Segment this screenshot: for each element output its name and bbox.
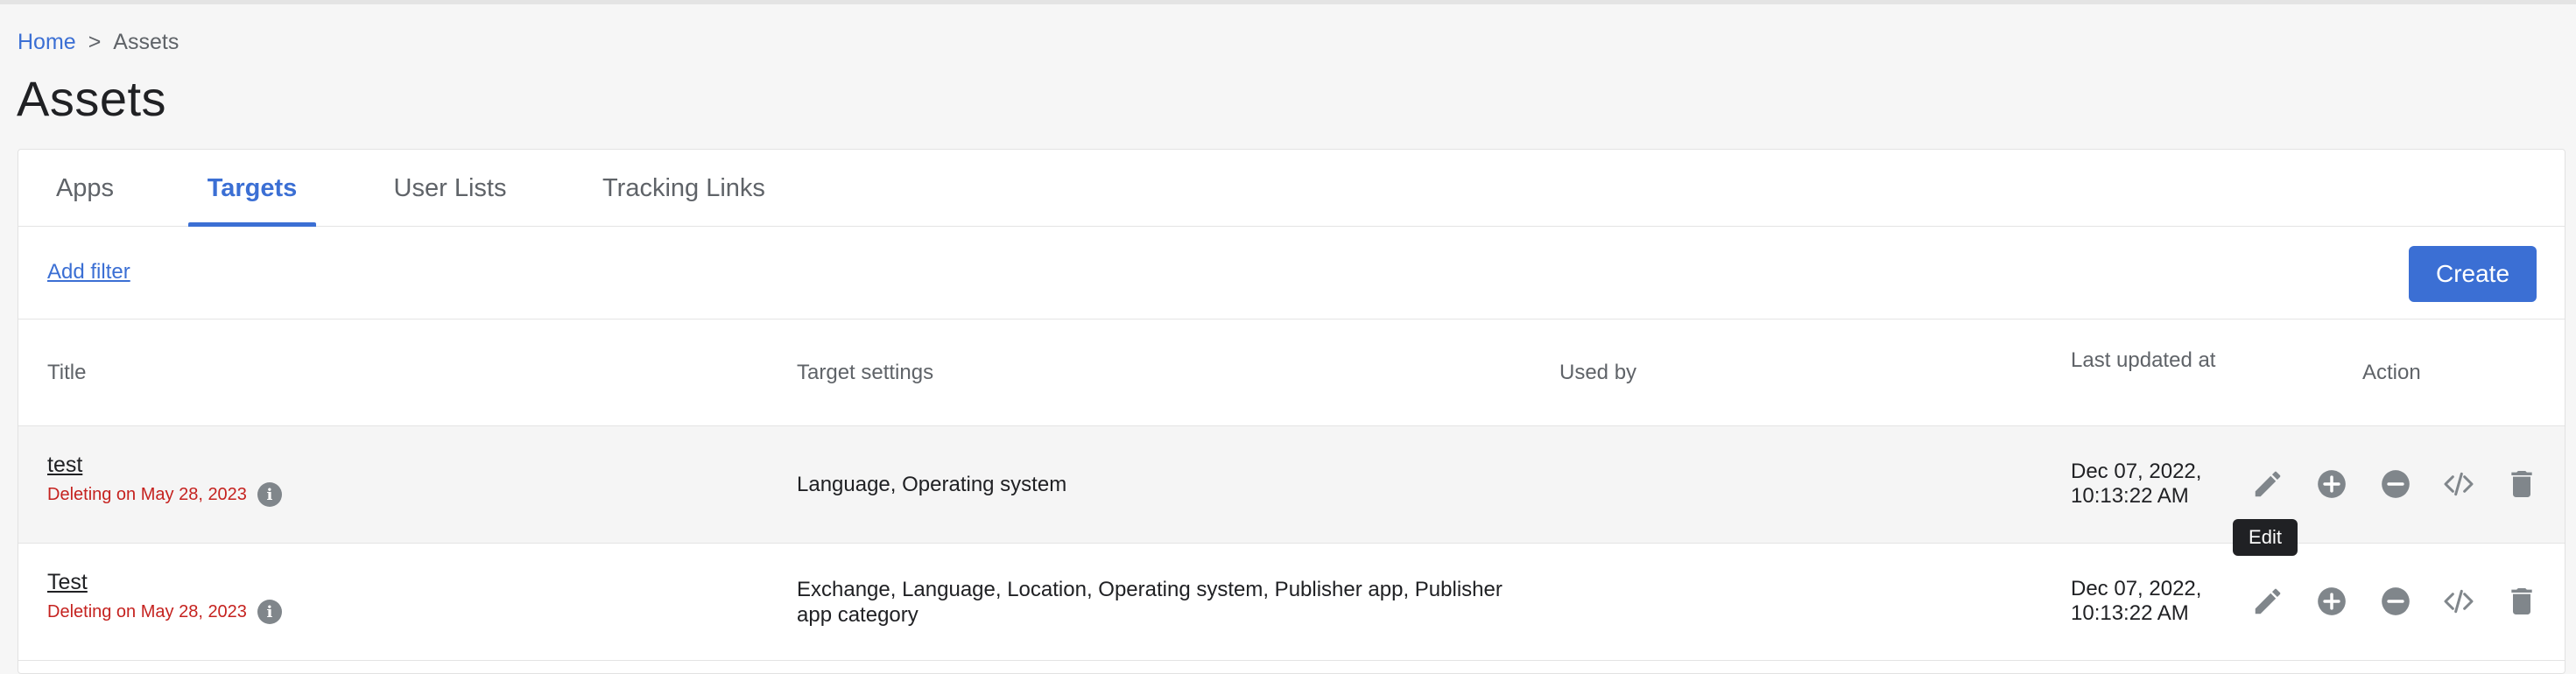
row-updated-time: 10:13:22 AM <box>2071 601 2189 625</box>
tab-bar: Apps Targets User Lists Tracking Links <box>18 150 2565 227</box>
row-title-link[interactable]: Test <box>47 570 88 595</box>
top-border <box>0 0 2576 4</box>
tab-targets-label: Targets <box>207 173 298 202</box>
add-button[interactable] <box>2312 465 2351 503</box>
tab-tracking-links[interactable]: Tracking Links <box>575 150 792 227</box>
pencil-icon <box>2255 471 2281 497</box>
remove-button[interactable] <box>2376 582 2415 621</box>
assets-card: Apps Targets User Lists Tracking Links A… <box>18 149 2565 674</box>
tab-apps[interactable]: Apps <box>39 150 130 227</box>
remove-button[interactable] <box>2376 465 2415 503</box>
row-last-updated: Dec 07, 2022, 10:13:22 AM <box>2071 460 2201 509</box>
row-status-text: Deleting on May 28, 2023 <box>47 601 247 621</box>
table-toolbar: Add filter Create <box>18 227 2565 319</box>
create-button[interactable]: Create <box>2409 246 2537 302</box>
edit-button[interactable] <box>2249 582 2287 621</box>
column-header-target-settings: Target settings <box>797 361 934 384</box>
tab-user-lists[interactable]: User Lists <box>376 150 524 227</box>
trash-icon <box>2511 588 2532 614</box>
tab-user-lists-label: User Lists <box>393 173 507 202</box>
plus-circle-icon <box>2318 470 2346 498</box>
code-button[interactable] <box>2439 465 2478 503</box>
add-button[interactable] <box>2312 582 2351 621</box>
row-updated-time: 10:13:22 AM <box>2071 484 2189 508</box>
column-header-used-by: Used by <box>1559 361 1637 384</box>
tab-apps-label: Apps <box>55 173 115 202</box>
info-icon[interactable]: i <box>257 600 282 624</box>
plus-circle-icon <box>2318 587 2346 615</box>
table-header: Title Target settings Used by Last updat… <box>18 319 2565 426</box>
page-title: Assets <box>17 71 167 126</box>
pencil-icon <box>2255 588 2281 614</box>
breadcrumb-current: Assets <box>113 30 179 54</box>
minus-circle-icon <box>2382 470 2410 498</box>
row-last-updated: Dec 07, 2022, 10:13:22 AM <box>2071 577 2201 626</box>
table-row: Test Deleting on May 28, 2023 i Exchange… <box>18 544 2565 661</box>
row-title-link[interactable]: test <box>47 453 82 478</box>
delete-button[interactable] <box>2502 582 2541 621</box>
edit-button[interactable] <box>2249 465 2287 503</box>
minus-circle-icon <box>2382 587 2410 615</box>
code-icon <box>2444 589 2474 614</box>
breadcrumb-separator: > <box>88 30 102 54</box>
breadcrumb: Home > Assets <box>18 30 179 55</box>
column-header-title: Title <box>47 361 87 384</box>
code-button[interactable] <box>2439 582 2478 621</box>
edit-tooltip: Edit <box>2233 519 2298 556</box>
info-icon[interactable]: i <box>257 482 282 507</box>
trash-icon <box>2511 471 2532 497</box>
add-filter-link[interactable]: Add filter <box>47 260 130 284</box>
column-header-action: Action <box>2362 361 2421 384</box>
row-status-text: Deleting on May 28, 2023 <box>47 484 247 504</box>
row-target-settings: Language, Operating system <box>797 473 1067 496</box>
tab-tracking-links-label: Tracking Links <box>602 173 765 202</box>
column-header-last-updated: Last updated at <box>2071 348 2216 372</box>
row-deletion-status: Deleting on May 28, 2023 i <box>47 482 282 507</box>
row-deletion-status: Deleting on May 28, 2023 i <box>47 600 282 624</box>
row-updated-date: Dec 07, 2022, <box>2071 577 2202 600</box>
delete-button[interactable] <box>2502 465 2541 503</box>
row-updated-date: Dec 07, 2022, <box>2071 460 2202 483</box>
code-icon <box>2444 472 2474 496</box>
tab-targets[interactable]: Targets <box>188 150 316 227</box>
breadcrumb-home-link[interactable]: Home <box>18 30 76 55</box>
table-row: test Deleting on May 28, 2023 i Language… <box>18 426 2565 544</box>
row-target-settings: Exchange, Language, Location, Operating … <box>797 578 1503 627</box>
